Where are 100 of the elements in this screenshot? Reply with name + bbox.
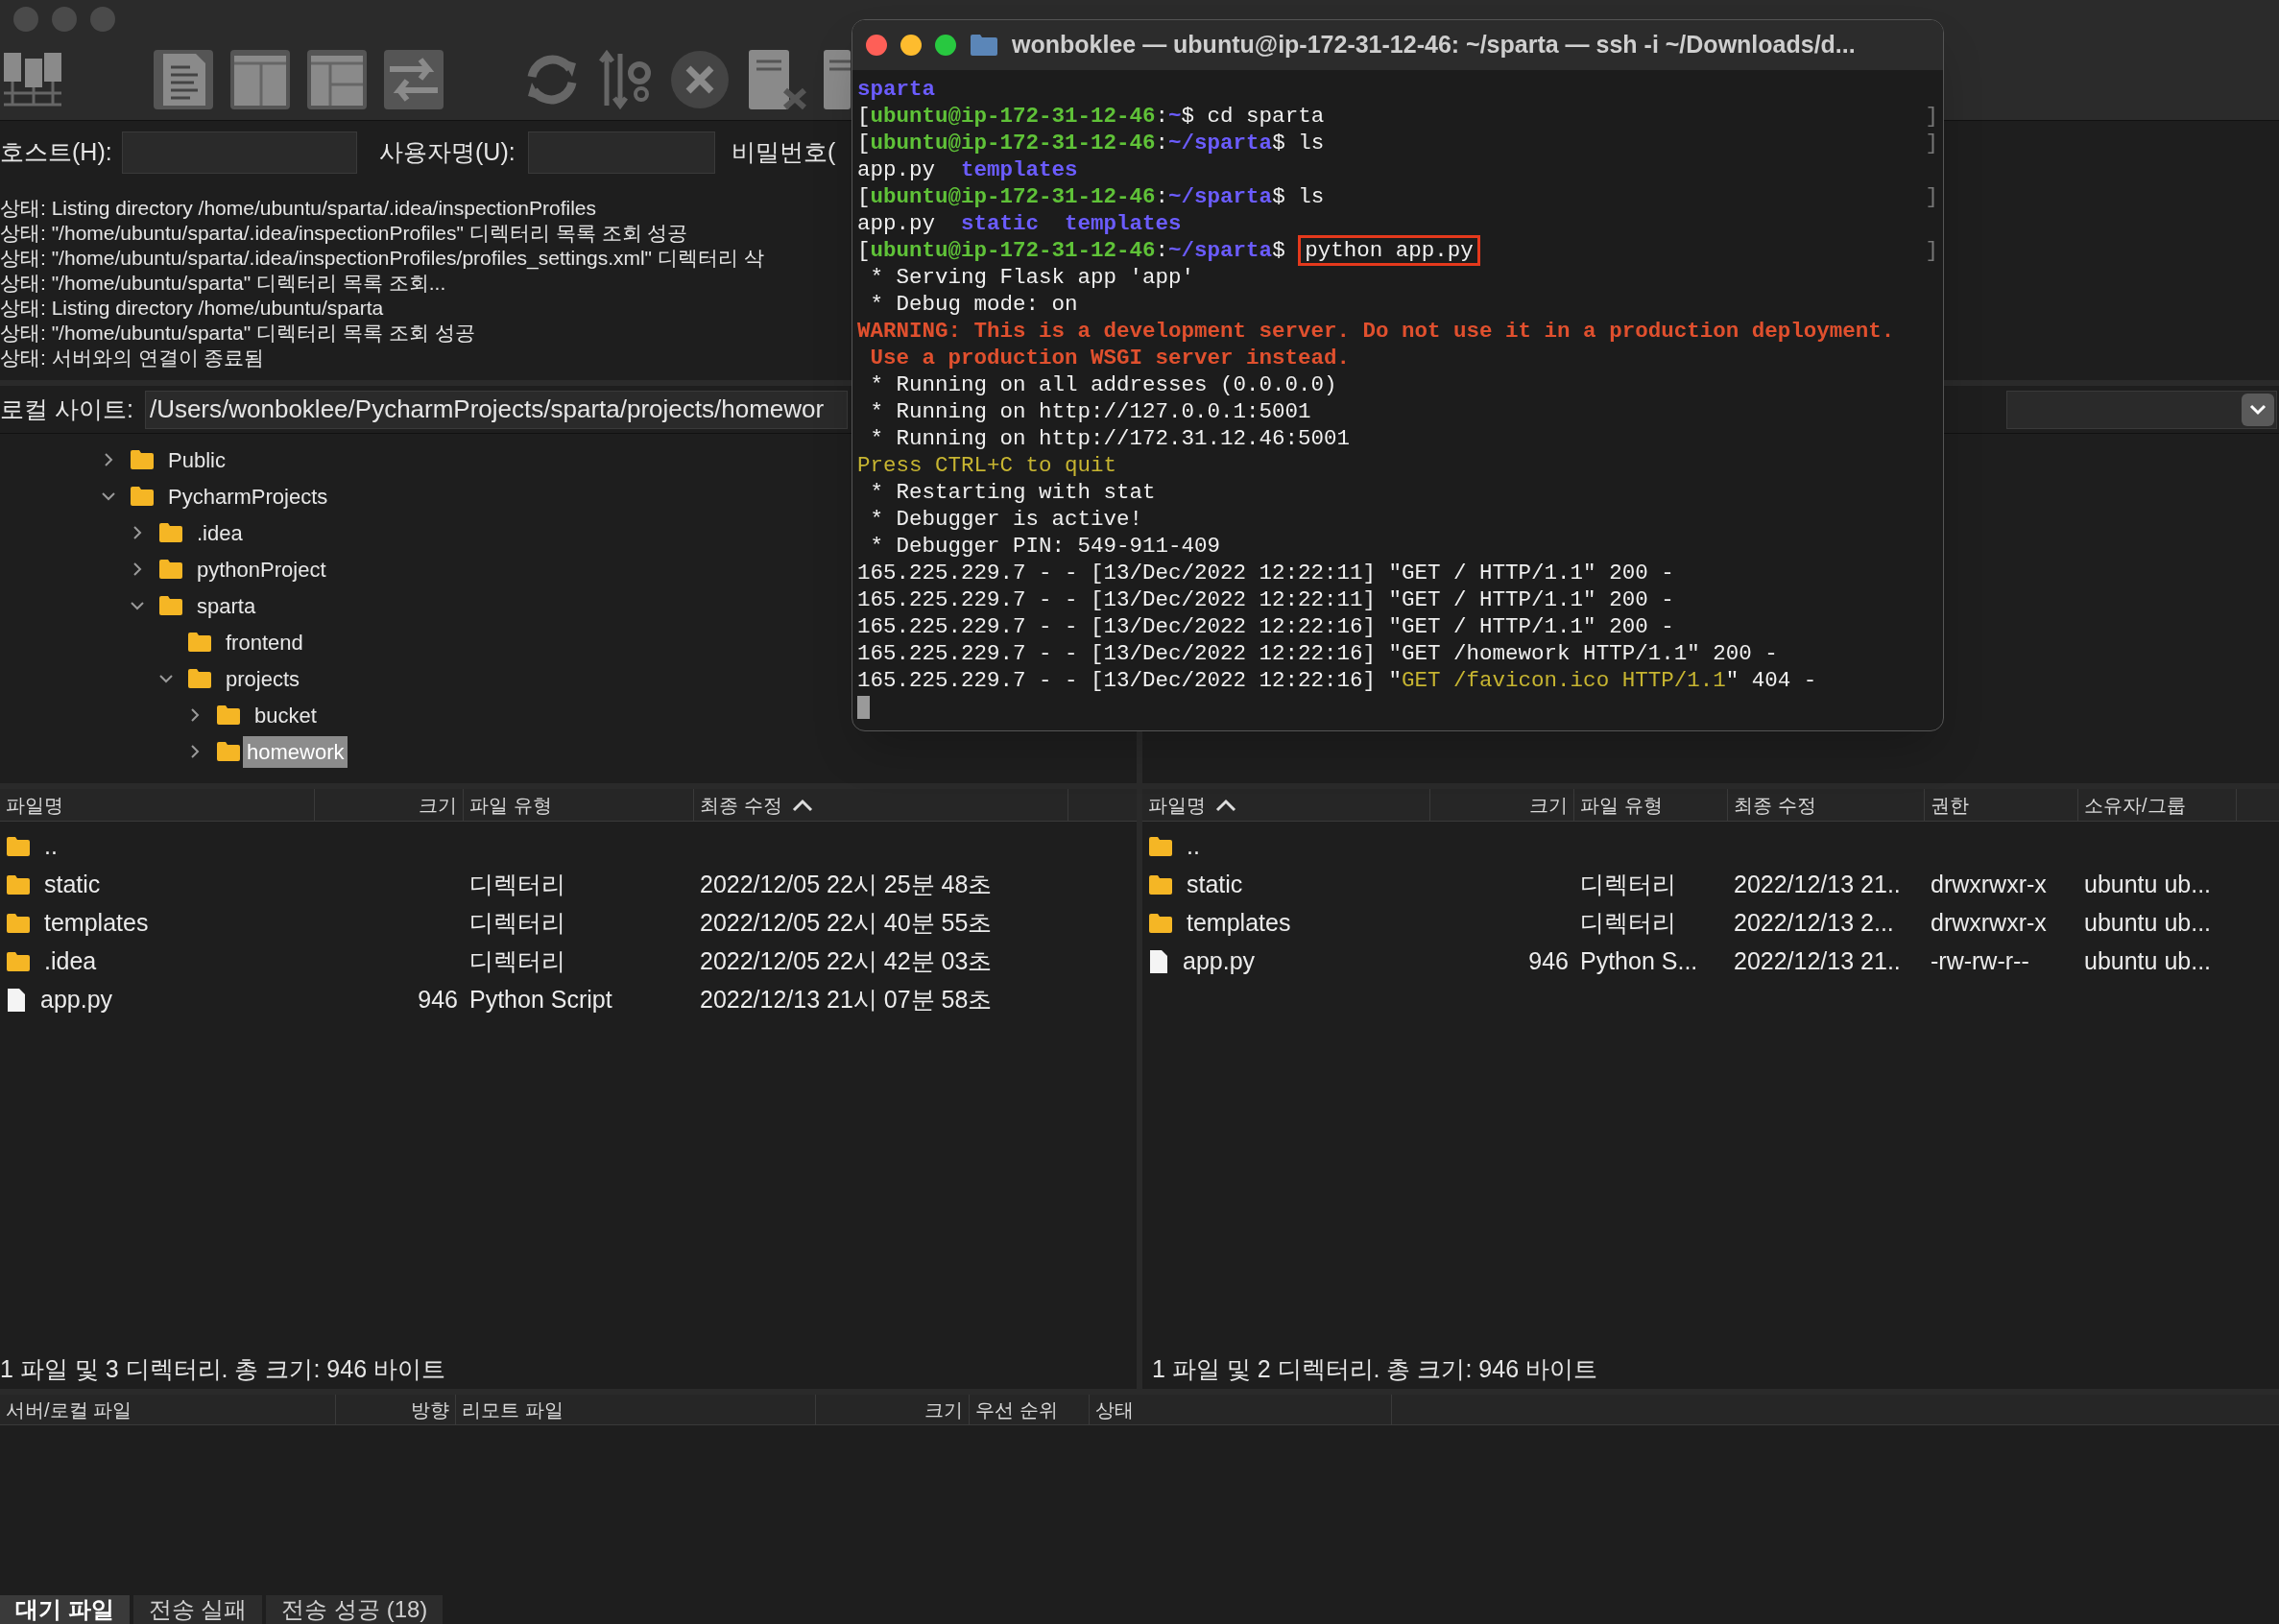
maximize-icon[interactable]	[935, 35, 956, 56]
folder-icon	[187, 668, 212, 689]
table-cell-text: 2022/12/13 21..	[1734, 946, 1901, 977]
terminal-line: WARNING: This is a development server. Do not use it in a production deployment.	[857, 318, 1895, 345]
queue-tab[interactable]: 대기 파일	[0, 1595, 130, 1624]
terminal-line: [ubuntu@ip-172-31-12-46:~/sparta$ ls	[857, 183, 1325, 210]
file-row[interactable]: templates 디렉터리 2022/12/13 2... drwxrwxr-x ubuntu ub...	[1142, 904, 2279, 943]
file-row[interactable]: app.py 946 Python S... 2022/12/13 21.. -rw-rw-r-- ubuntu ub...	[1142, 943, 2279, 981]
username-field[interactable]	[528, 131, 715, 174]
file-row[interactable]: ..	[0, 827, 1137, 866]
table-cell-text: drwxrwxr-x	[1931, 908, 2047, 939]
tree-item[interactable]: sparta	[197, 589, 256, 622]
table-cell-text: 디렉터리	[1580, 870, 1676, 900]
file-row[interactable]: static 디렉터리 2022/12/13 21.. drwxrwxr-x ubuntu ub...	[1142, 866, 2279, 904]
file-icon	[1148, 949, 1169, 974]
close-icon[interactable]	[866, 35, 887, 56]
table-cell-text: 2022/12/13 21시 07분 58초	[700, 985, 993, 1015]
terminal-line: 165.225.229.7 - - [13/Dec/2022 12:22:11] "GET / HTTP/1.1" 200 -	[857, 586, 1674, 613]
log-line: 상태: "/home/ubuntu/sparta" 디렉터리 목록 조회...	[0, 271, 446, 296]
terminal-line: [ubuntu@ip-172-31-12-46:~/sparta$ ls	[857, 130, 1325, 156]
column-header[interactable]: 방향	[336, 1395, 456, 1424]
column-header[interactable]: 상태	[1090, 1395, 1392, 1424]
transfer-arrows-icon[interactable]	[382, 47, 445, 111]
host-field[interactable]	[122, 131, 357, 174]
file-row[interactable]: ..	[1142, 827, 2279, 866]
table-cell-text: 2022/12/05 22시 42분 03초	[700, 946, 993, 977]
line-marker: ]	[1925, 103, 1938, 130]
column-header[interactable]: 소유자/그룹	[2078, 789, 2237, 821]
terminal-line: * Restarting with stat	[869, 479, 1156, 506]
table-cell-text: Python S...	[1580, 946, 1698, 977]
remote-path-field[interactable]	[2006, 390, 2277, 429]
terminal-line: * Running on all addresses (0.0.0.0)	[869, 371, 1337, 398]
tree-item[interactable]: .idea	[197, 516, 243, 549]
column-header[interactable]: 서버/로컬 파일	[0, 1395, 336, 1424]
column-header[interactable]: 최종 수정	[1728, 789, 1925, 821]
file-name: app.py	[40, 985, 113, 1015]
file-row[interactable]: templates 디렉터리 2022/12/05 22시 40분 55초	[0, 904, 1137, 943]
minimize-icon[interactable]	[900, 35, 922, 56]
table-cell-text: Python Script	[469, 985, 612, 1015]
table-cell-text: 2022/12/05 22시 25분 48초	[700, 870, 993, 900]
log-line: 상태: "/home/ubuntu/sparta/.idea/inspectionProfiles" 디렉터리 목록 조회 성공	[0, 221, 688, 246]
queue-tab[interactable]: 전송 성공 (18)	[266, 1595, 444, 1624]
sort-ascending-icon	[791, 798, 813, 812]
terminal-line: * Debugger PIN: 549-911-409	[869, 533, 1221, 560]
tree-item[interactable]: Public	[168, 443, 226, 476]
sort-ascending-icon	[1215, 798, 1236, 812]
table-cell-text: drwxrwxr-x	[1931, 870, 2047, 900]
tree-item[interactable]: bucket	[254, 699, 317, 731]
column-header[interactable]: 최종 수정	[694, 789, 1068, 821]
server-icon[interactable]	[822, 47, 851, 111]
log-line: 상태: Listing directory /home/ubuntu/sparta/.idea/inspectionProfiles	[0, 196, 596, 221]
tree-item[interactable]: projects	[226, 662, 300, 695]
file-row[interactable]: .idea 디렉터리 2022/12/05 22시 42분 03초	[0, 943, 1137, 981]
terminal-line: 165.225.229.7 - - [13/Dec/2022 12:22:16] "GET /homework HTTP/1.1" 200 -	[857, 640, 1778, 667]
file-row[interactable]: app.py 946 Python Script 2022/12/13 21시 07분 58초	[0, 981, 1137, 1019]
folder-icon	[1148, 913, 1173, 934]
column-header[interactable]: 크기	[816, 1395, 970, 1424]
table-cell-text: 2022/12/05 22시 40분 55초	[700, 908, 993, 939]
column-header[interactable]: 권한	[1925, 789, 2078, 821]
column-header[interactable]: 우선 순위	[970, 1395, 1090, 1424]
file-name: ..	[1187, 831, 1200, 862]
tree-item[interactable]: PycharmProjects	[168, 480, 328, 513]
terminal-line: 165.225.229.7 - - [13/Dec/2022 12:22:11] "GET / HTTP/1.1" 200 -	[857, 560, 1674, 586]
folder-icon	[216, 705, 241, 726]
column-header[interactable]: 리모트 파일	[456, 1395, 816, 1424]
log-line: 상태: Listing directory /home/ubuntu/sparta	[0, 296, 384, 321]
terminal-line: Use a production WSGI server instead.	[869, 345, 1351, 371]
file-name: static	[44, 870, 101, 900]
queue-tab[interactable]: 전송 실패	[132, 1595, 263, 1624]
terminal-line: * Debugger is active!	[869, 506, 1143, 533]
column-header[interactable]: 파일명	[1142, 789, 1430, 821]
folder-icon	[130, 449, 155, 470]
terminal-line: app.py templates	[857, 156, 1078, 183]
tree-item[interactable]: frontend	[226, 626, 303, 658]
folder-icon	[6, 951, 31, 972]
folder-icon	[130, 486, 155, 507]
folder-icon	[158, 559, 183, 580]
panel-layout-icon[interactable]	[305, 47, 369, 111]
column-header[interactable]: 파일 유형	[464, 789, 694, 821]
table-cell-text: ubuntu ub...	[2084, 946, 2212, 977]
table-cell-text: 2022/12/13 2...	[1734, 908, 1894, 939]
local-path-field[interactable]: /Users/wonboklee/PycharmProjects/sparta/projects/homewor	[144, 390, 848, 429]
column-header[interactable]: 크기	[1430, 789, 1574, 821]
table-cell-text: 디렉터리	[469, 946, 565, 977]
terminal-title: wonboklee — ubuntu@ip-172-31-12-46: ~/sparta — ssh -i ~/Downloads/d...	[1012, 30, 1856, 60]
terminal-line: * Debug mode: on	[869, 291, 1078, 318]
tree-item[interactable]: pythonProject	[197, 553, 326, 585]
folder-icon	[1148, 874, 1173, 896]
column-header[interactable]: 파일 유형	[1574, 789, 1728, 821]
column-header[interactable]: 크기	[315, 789, 464, 821]
file-row[interactable]: static 디렉터리 2022/12/05 22시 25분 48초	[0, 866, 1137, 904]
host-label: 호스트(H):	[0, 137, 113, 168]
table-cell-text: ubuntu ub...	[2084, 908, 2212, 939]
dropdown-icon[interactable]	[2242, 393, 2274, 426]
document-icon[interactable]	[152, 47, 215, 111]
log-line: 상태: 서버와의 연결이 종료됨	[0, 346, 265, 370]
column-header[interactable]: 파일명	[0, 789, 315, 821]
terminal-line: Press CTRL+C to quit	[857, 452, 1117, 479]
panel-layout-icon[interactable]	[228, 47, 292, 111]
file-name: .idea	[44, 946, 97, 977]
